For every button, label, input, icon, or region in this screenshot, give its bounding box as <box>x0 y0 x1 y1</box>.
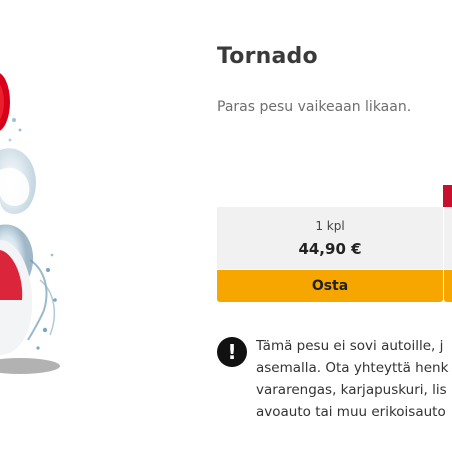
price-option-card-next[interactable] <box>444 207 452 269</box>
price-amount: 44,90 € <box>298 240 362 258</box>
notice-line: asemalla. Ota yhteyttä henk <box>256 360 449 376</box>
exclamation-icon: ! <box>217 337 247 367</box>
product-subtitle: Paras pesu vaikeaan likaan. <box>217 99 412 115</box>
product-title: Tornado <box>217 44 318 69</box>
product-page: Tornado Paras pesu vaikeaan likaan. 1 kp… <box>0 0 452 452</box>
notice-line: avoauto tai muu erikoisauto <box>256 404 446 420</box>
product-wash-splash-image <box>0 73 60 374</box>
notice-line: vararengas, karjapuskuri, lis <box>256 382 447 398</box>
notice-line: Tämä pesu ei sovi autoille, j <box>256 338 444 354</box>
offer-ribbon <box>443 185 452 207</box>
price-option-card[interactable]: 1 kpl 44,90 € <box>217 207 443 269</box>
price-quantity: 1 kpl <box>315 219 345 233</box>
buy-button[interactable]: Osta <box>217 270 443 302</box>
buy-button-next[interactable] <box>444 270 452 302</box>
notice-text: Tämä pesu ei sovi autoille, j asemalla. … <box>256 335 452 423</box>
product-image <box>0 30 70 390</box>
